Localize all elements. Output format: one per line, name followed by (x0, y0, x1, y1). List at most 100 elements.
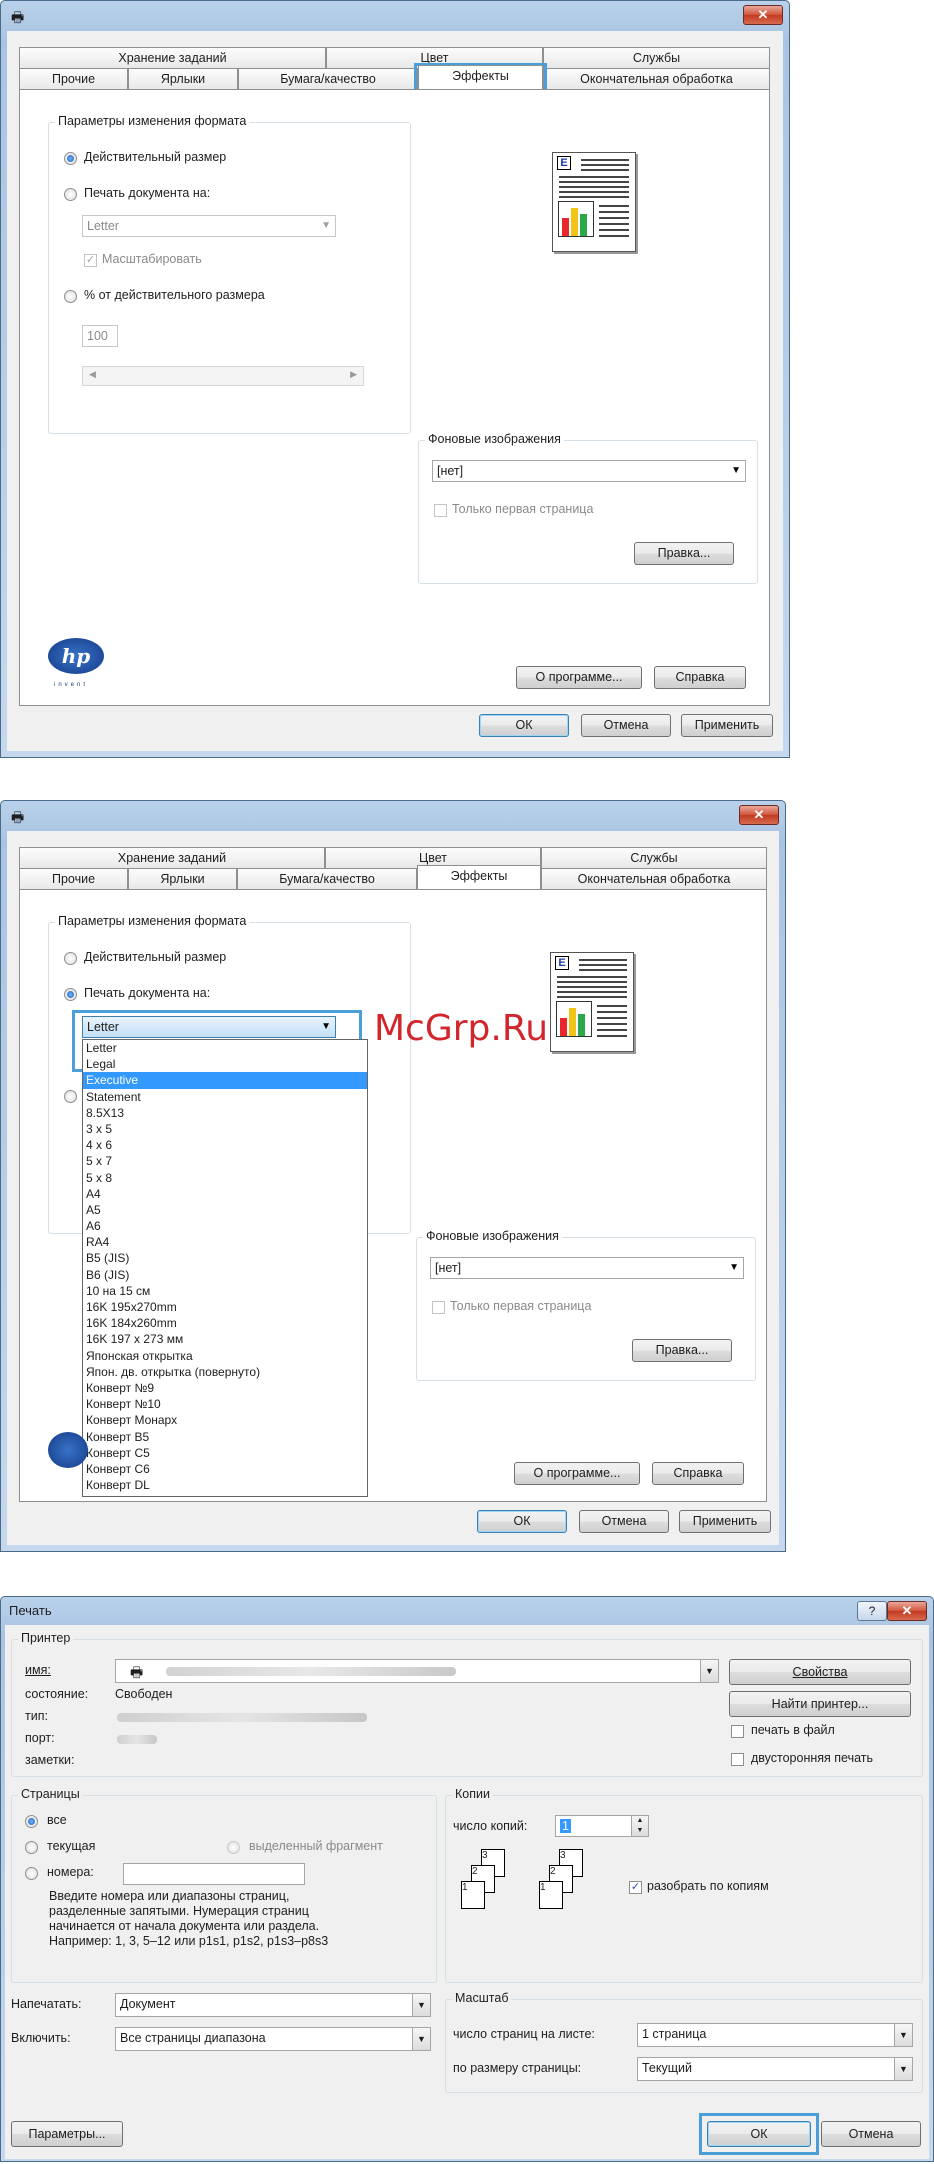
paper-size-option[interactable]: 10 на 15 см (83, 1283, 367, 1299)
tab-shortcuts[interactable]: Ярлыки (128, 68, 238, 89)
options-button[interactable]: Параметры... (11, 2121, 123, 2147)
ok-button[interactable]: ОК (477, 1510, 567, 1533)
tab-other[interactable]: Прочие (19, 68, 128, 89)
tab-finishing[interactable]: Окончательная обработка (541, 868, 767, 889)
watermark-edit-button[interactable]: Правка... (632, 1339, 732, 1362)
cancel-button[interactable]: Отмена (821, 2121, 921, 2147)
percent-slider[interactable]: ◀ ▶ (82, 366, 364, 386)
paper-size-option[interactable]: Японская открытка (83, 1348, 367, 1364)
paper-size-option[interactable]: Конверт №9 (83, 1380, 367, 1396)
watermark-select[interactable]: [нет] ▼ (430, 1257, 744, 1279)
pages-per-sheet-select[interactable]: 1 страница ▼ (637, 2023, 913, 2047)
paper-size-select[interactable]: Letter ▼ (82, 215, 336, 237)
pages-selection-radio[interactable] (227, 1841, 240, 1854)
about-button[interactable]: О программе... (516, 666, 642, 689)
chevron-down-icon[interactable]: ▼ (700, 1660, 718, 1682)
chevron-down-icon[interactable]: ▼ (894, 2058, 912, 2080)
percent-radio[interactable] (64, 290, 77, 303)
watermark-select[interactable]: [нет] ▼ (432, 460, 746, 482)
pages-numbers-input[interactable] (123, 1863, 305, 1885)
print-what-select[interactable]: Документ ▼ (115, 1993, 431, 2017)
watermark-edit-button[interactable]: Правка... (634, 542, 734, 565)
paper-size-option[interactable]: Конверт №10 (83, 1396, 367, 1412)
duplex-checkbox[interactable] (731, 1753, 744, 1766)
paper-size-option[interactable]: 16K 184x260mm (83, 1315, 367, 1331)
apply-button[interactable]: Применить (679, 1510, 771, 1533)
tab-effects[interactable]: Эффекты (417, 865, 541, 889)
paper-size-option[interactable]: 5 x 8 (83, 1170, 367, 1186)
tab-paper-quality[interactable]: Бумага/качество (237, 868, 417, 889)
tab-job-storage[interactable]: Хранение заданий (19, 47, 326, 68)
find-printer-button[interactable]: Найти принтер... (729, 1691, 911, 1717)
paper-size-option[interactable]: 16K 195x270mm (83, 1299, 367, 1315)
collate-checkbox[interactable]: ✓ (629, 1881, 642, 1894)
tab-services[interactable]: Службы (541, 847, 767, 868)
paper-size-select[interactable]: Letter ▼ (82, 1016, 336, 1038)
first-page-only-checkbox[interactable] (432, 1301, 445, 1314)
copies-count-input[interactable]: 1 ▲ ▼ (555, 1815, 649, 1837)
tab-finishing[interactable]: Окончательная обработка (543, 68, 770, 89)
cancel-button[interactable]: Отмена (581, 714, 671, 737)
chevron-down-icon[interactable]: ▼ (894, 2024, 912, 2046)
tab-services[interactable]: Службы (543, 47, 770, 68)
close-button[interactable]: ✕ (887, 1601, 927, 1621)
help-question-button[interactable]: ? (857, 1601, 887, 1621)
help-button[interactable]: Справка (652, 1462, 744, 1485)
paper-size-option[interactable]: 3 x 5 (83, 1121, 367, 1137)
paper-size-option[interactable]: Конверт C5 (83, 1445, 367, 1461)
paper-size-option[interactable]: Конверт DL (83, 1477, 367, 1493)
chevron-down-icon[interactable]: ▼ (412, 2028, 430, 2050)
paper-size-option[interactable]: Letter (83, 1040, 367, 1056)
slider-right-arrow-icon[interactable]: ▶ (350, 369, 357, 380)
print-to-file-checkbox[interactable] (731, 1725, 744, 1738)
paper-size-dropdown-list[interactable]: Letter Legal Executive Statement 8.5X13 3 x 5… (82, 1039, 368, 1497)
actual-size-radio[interactable] (64, 952, 77, 965)
paper-size-option[interactable]: Executive (83, 1072, 367, 1089)
pages-all-radio[interactable] (25, 1815, 38, 1828)
paper-size-option[interactable]: Legal (83, 1056, 367, 1072)
pages-numbers-radio[interactable] (25, 1867, 38, 1880)
paper-size-option[interactable]: A4 (83, 1186, 367, 1202)
about-button[interactable]: О программе... (514, 1462, 640, 1485)
paper-size-option[interactable]: Япон. дв. открытка (повернуто) (83, 1364, 367, 1380)
scale-to-fit-checkbox[interactable]: ✓ (84, 254, 97, 267)
tab-shortcuts[interactable]: Ярлыки (128, 868, 237, 889)
paper-size-option[interactable]: 8.5X13 (83, 1105, 367, 1121)
paper-size-option[interactable]: Statement (83, 1089, 367, 1105)
apply-button[interactable]: Применить (681, 714, 773, 737)
pages-current-radio[interactable] (25, 1841, 38, 1854)
paper-size-option[interactable]: 5 x 7 (83, 1153, 367, 1169)
ok-button[interactable]: ОК (479, 714, 569, 737)
paper-size-option[interactable]: Конверт C6 (83, 1461, 367, 1477)
printer-name-select[interactable]: 🖶 ▼ (115, 1659, 719, 1683)
tab-job-storage[interactable]: Хранение заданий (19, 847, 325, 868)
paper-size-option[interactable]: A5 (83, 1202, 367, 1218)
paper-size-option[interactable]: RA4 (83, 1234, 367, 1250)
properties-button[interactable]: Свойства (729, 1659, 911, 1685)
paper-size-option[interactable]: B6 (JIS) (83, 1267, 367, 1283)
first-page-only-checkbox[interactable] (434, 504, 447, 517)
paper-size-option[interactable]: A6 (83, 1218, 367, 1234)
ok-button[interactable]: ОК (707, 2121, 811, 2147)
paper-size-option[interactable]: Конверт Монарх (83, 1412, 367, 1428)
slider-left-arrow-icon[interactable]: ◀ (89, 369, 96, 380)
percent-radio[interactable] (64, 1090, 77, 1103)
percent-input[interactable]: 100 (82, 325, 118, 347)
paper-size-option[interactable]: Конверт B5 (83, 1429, 367, 1445)
include-select[interactable]: Все страницы диапазона ▼ (115, 2027, 431, 2051)
close-button[interactable]: ✕ (743, 5, 783, 25)
tab-paper-quality[interactable]: Бумага/качество (238, 68, 418, 89)
actual-size-radio[interactable] (64, 152, 77, 165)
tab-other[interactable]: Прочие (19, 868, 128, 889)
scale-to-paper-select[interactable]: Текущий ▼ (637, 2057, 913, 2081)
chevron-down-icon[interactable]: ▼ (412, 1994, 430, 2016)
help-button[interactable]: Справка (654, 666, 746, 689)
print-on-radio[interactable] (64, 188, 77, 201)
paper-size-option[interactable]: B5 (JIS) (83, 1250, 367, 1266)
paper-size-option[interactable]: 16K 197 x 273 мм (83, 1331, 367, 1347)
copies-spinner[interactable]: ▲ ▼ (631, 1815, 649, 1837)
paper-size-option[interactable]: 4 x 6 (83, 1137, 367, 1153)
cancel-button[interactable]: Отмена (579, 1510, 669, 1533)
tab-effects[interactable]: Эффекты (418, 65, 543, 89)
close-button[interactable]: ✕ (739, 805, 779, 825)
